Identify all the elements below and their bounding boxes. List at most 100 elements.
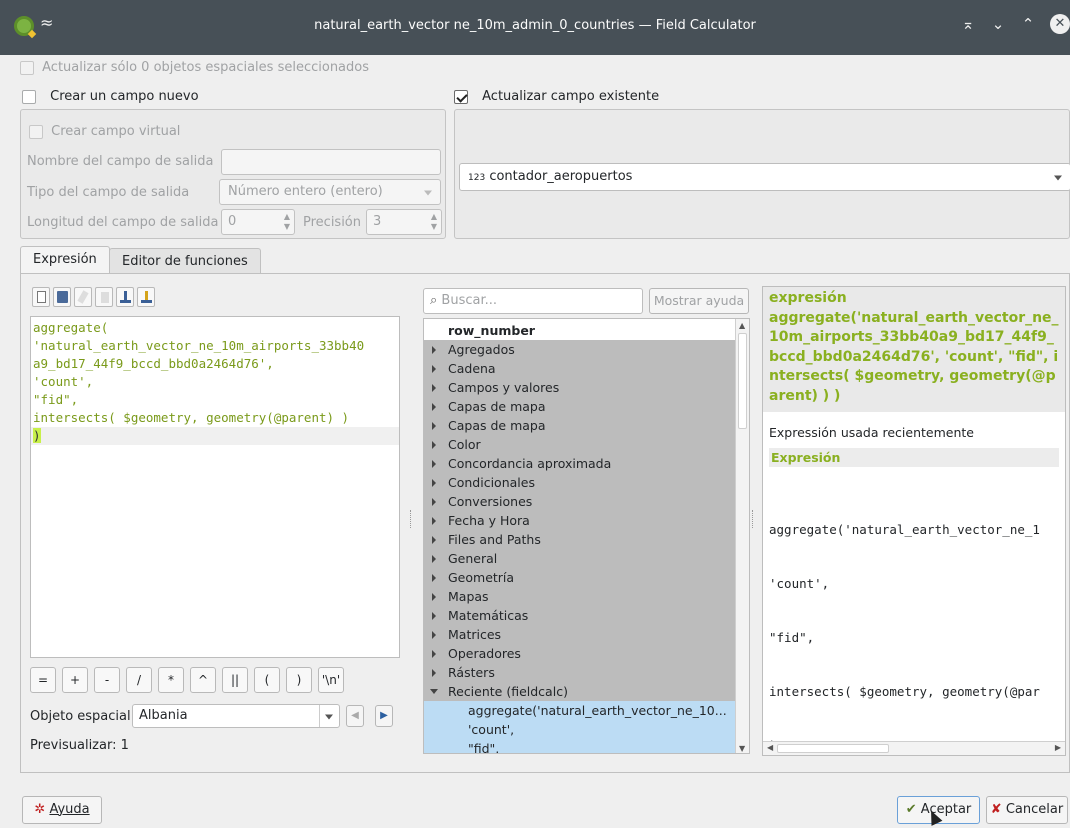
search-input[interactable]: ⌕ Buscar...	[423, 288, 643, 314]
tree-item-recent[interactable]: aggregate('natural_earth_vector_ne_10...	[424, 701, 749, 720]
tree-scrollbar[interactable]: ▲ ▼	[735, 319, 749, 753]
output-length-spinbox[interactable]: 0 ▲ ▼	[221, 209, 295, 235]
tree-group[interactable]: Mapas	[424, 587, 749, 606]
splitter-handle[interactable]	[410, 510, 413, 528]
next-feature-button[interactable]: ▶	[375, 705, 393, 727]
expression-editor[interactable]: aggregate( 'natural_earth_vector_ne_10m_…	[30, 316, 400, 658]
tab-function-editor[interactable]: Editor de funciones	[109, 248, 261, 274]
tree-group[interactable]: Campos y valores	[424, 378, 749, 397]
help-button[interactable]: ✲ Ayuda	[22, 796, 102, 824]
export-icon[interactable]	[137, 287, 155, 307]
update-selected-row[interactable]: Actualizar sólo 0 objetos espaciales sel…	[20, 60, 369, 76]
spin-arrows-icon: ▲ ▼	[283, 212, 290, 231]
op-multiply-button[interactable]: *	[158, 667, 184, 693]
virtual-field-row[interactable]: Crear campo virtual	[29, 124, 180, 140]
cancel-icon: ✘	[990, 802, 1002, 817]
op-equals-button[interactable]: =	[30, 667, 56, 693]
import-icon[interactable]	[116, 287, 134, 307]
scroll-thumb[interactable]	[738, 333, 747, 429]
virtual-field-checkbox[interactable]	[29, 124, 43, 139]
tree-group[interactable]: Geometría	[424, 568, 749, 587]
code-line: 'count',	[33, 374, 94, 389]
expand-arrow-icon	[432, 384, 436, 392]
code-line-current: )	[31, 427, 399, 445]
code-line: intersects( $geometry, geometry(@parent)…	[33, 410, 350, 425]
feature-combo[interactable]: Albania	[132, 704, 340, 728]
new-field-groupbox: Crear campo virtual Nombre del campo de …	[20, 109, 446, 239]
help-button-label: Ayuda	[49, 802, 90, 817]
op-close-paren-button[interactable]: )	[286, 667, 312, 693]
existing-field-combo[interactable]: 123 contador_aeropuertos	[459, 163, 1070, 191]
op-plus-button[interactable]: +	[62, 667, 88, 693]
lifebuoy-icon: ✲	[34, 802, 46, 817]
scroll-up-icon[interactable]: ▲	[739, 321, 745, 330]
expand-arrow-icon	[432, 593, 436, 601]
spin-arrows-icon: ▲ ▼	[430, 212, 437, 231]
precision-spinbox[interactable]: 3 ▲ ▼	[366, 209, 442, 235]
tree-group[interactable]: Capas de mapa	[424, 397, 749, 416]
op-divide-button[interactable]: /	[126, 667, 152, 693]
scroll-thumb[interactable]	[777, 744, 889, 753]
tree-group[interactable]: Fecha y Hora	[424, 511, 749, 530]
help-panel: expresión aggregate('natural_earth_vecto…	[762, 286, 1066, 756]
output-name-input[interactable]	[221, 149, 441, 175]
tree-group[interactable]: General	[424, 549, 749, 568]
tree-group[interactable]: Rásters	[424, 663, 749, 682]
tab-expression[interactable]: Expresión	[20, 246, 110, 274]
tree-group[interactable]: Matrices	[424, 625, 749, 644]
code-line: aggregate(	[33, 320, 109, 335]
tree-group[interactable]: Capas de mapa	[424, 416, 749, 435]
cancel-button[interactable]: ✘ Cancelar	[986, 796, 1068, 824]
minimize-icon[interactable]: ⌄	[990, 15, 1006, 33]
create-new-field-checkbox[interactable]	[22, 89, 36, 104]
tree-group[interactable]: Condicionales	[424, 473, 749, 492]
tree-group-recent[interactable]: Reciente (fieldcalc)	[424, 682, 749, 701]
tree-group[interactable]: Conversiones	[424, 492, 749, 511]
splitter-handle[interactable]	[752, 510, 755, 528]
new-file-icon[interactable]	[32, 287, 50, 307]
show-help-button[interactable]: Mostrar ayuda	[649, 288, 749, 314]
tree-group[interactable]: Matemáticas	[424, 606, 749, 625]
update-existing-field-checkbox[interactable]	[454, 89, 468, 104]
update-existing-field-row[interactable]: Actualizar campo existente	[454, 88, 659, 106]
expand-arrow-icon	[432, 536, 436, 544]
tree-group[interactable]: Cadena	[424, 359, 749, 378]
scroll-right-icon[interactable]: ▶	[1055, 743, 1061, 752]
tree-item-recent[interactable]: 'count',	[424, 720, 749, 739]
function-tree[interactable]: row_number Agregados Cadena Campos y valor…	[423, 318, 750, 754]
help-expression: aggregate('natural_earth_vector_ne_10m_a…	[769, 309, 1059, 404]
maximize-icon[interactable]: ⌃	[1020, 15, 1036, 33]
output-name-label: Nombre del campo de salida	[27, 154, 214, 169]
shade-icon[interactable]: ⌅	[960, 15, 976, 33]
edit-icon	[74, 287, 92, 307]
tree-item-recent[interactable]: "fid",	[424, 739, 749, 753]
op-newline-button[interactable]: '\n'	[318, 667, 344, 693]
previous-feature-button[interactable]: ◀	[346, 705, 364, 727]
code-line: a9_bd17_44f9_bccd_bbd0a2464d76',	[33, 356, 274, 371]
preview-row: Previsualizar: 1	[30, 738, 129, 753]
expand-arrow-icon	[432, 612, 436, 620]
op-power-button[interactable]: ^	[190, 667, 216, 693]
op-concat-button[interactable]: ||	[222, 667, 248, 693]
preview-value: 1	[120, 738, 129, 753]
create-new-field-row[interactable]: Crear un campo nuevo	[22, 88, 199, 106]
op-open-paren-button[interactable]: (	[254, 667, 280, 693]
help-scrollbar[interactable]: ◀ ▶	[763, 741, 1065, 755]
tree-group[interactable]: Agregados	[424, 340, 749, 359]
update-existing-field-label: Actualizar campo existente	[482, 89, 660, 104]
output-type-combo[interactable]: Número entero (entero)	[219, 179, 441, 205]
scroll-left-icon[interactable]: ◀	[767, 743, 773, 752]
op-minus-button[interactable]: -	[94, 667, 120, 693]
tree-group[interactable]: Color	[424, 435, 749, 454]
expand-arrow-icon	[432, 479, 436, 487]
save-icon[interactable]	[53, 287, 71, 307]
scroll-down-icon[interactable]: ▼	[739, 744, 745, 753]
close-icon[interactable]: ✕	[1050, 14, 1070, 34]
tree-group[interactable]: Operadores	[424, 644, 749, 663]
tree-group[interactable]: Concordancia aproximada	[424, 454, 749, 473]
tree-item-row-number[interactable]: row_number	[424, 321, 749, 340]
expand-arrow-icon	[432, 555, 436, 563]
update-selected-checkbox[interactable]	[20, 60, 34, 75]
virtual-field-label: Crear campo virtual	[51, 124, 181, 139]
tree-group[interactable]: Files and Paths	[424, 530, 749, 549]
